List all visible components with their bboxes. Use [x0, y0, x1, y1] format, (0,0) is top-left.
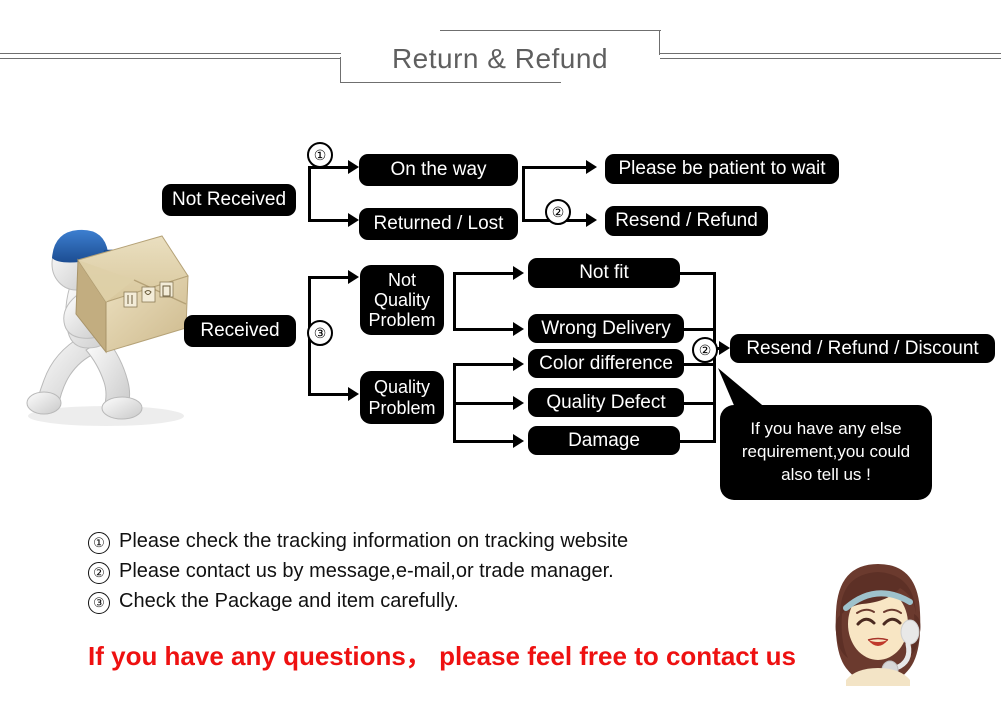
note-text-3: Check the Package and item carefully.: [119, 590, 459, 612]
list-item: ② Please contact us by message,e-mail,or…: [88, 560, 748, 584]
arrow-to-damage: [513, 434, 524, 448]
connector-qp-to-damage: [453, 440, 515, 443]
page-title: Return & Refund: [391, 43, 609, 74]
header-rule-left-top: [0, 53, 341, 54]
connector-nqp-to-wrong-delivery: [453, 328, 515, 331]
header-rule-right-top: [660, 53, 1001, 54]
flow-box-on-the-way[interactable]: On the way: [359, 154, 518, 186]
connector-notreceived-right-vertical: [522, 166, 525, 222]
connector-qp-to-color-difference: [453, 363, 515, 366]
header-frame-bottom: [340, 82, 561, 83]
speech-bubble: If you have any else requirement,you cou…: [720, 405, 932, 500]
flow-box-not-received[interactable]: Not Received: [162, 184, 296, 216]
flow-box-damage[interactable]: Damage: [528, 426, 680, 455]
note-marker-3: ③: [88, 592, 110, 614]
arrow-to-color-difference: [513, 357, 524, 371]
marker-3-received: ③: [307, 320, 333, 346]
arrow-to-final-outcome: [719, 341, 730, 355]
flow-box-final-outcome[interactable]: Resend / Refund / Discount: [730, 334, 995, 363]
connector-received-bottom: [308, 393, 350, 396]
connector-nqp-to-not-fit: [453, 272, 515, 275]
flow-box-not-quality-problem[interactable]: Not Quality Problem: [360, 265, 444, 335]
arrow-to-returned-lost: [348, 213, 359, 227]
connector-stub-color-difference: [684, 363, 716, 366]
marker-2-received: ②: [692, 337, 718, 363]
arrow-to-resend-refund: [586, 213, 597, 227]
connector-stub-wrong-delivery: [684, 328, 716, 331]
header-rule-right-bottom: [660, 58, 1001, 59]
flow-box-wrong-delivery[interactable]: Wrong Delivery: [528, 314, 684, 343]
arrow-to-not-fit: [513, 266, 524, 280]
marker-2-not-received: ②: [545, 199, 571, 225]
return-refund-banner: Return & Refund Not Received ① On the wa…: [0, 0, 1001, 707]
arrow-to-wrong-delivery: [513, 322, 524, 336]
connector-stub-not-fit: [680, 272, 716, 275]
running-courier-with-box-icon: [26, 229, 189, 426]
connector-received-top: [308, 276, 350, 279]
note-text-2: Please contact us by message,e-mail,or t…: [119, 560, 614, 582]
flow-box-not-fit[interactable]: Not fit: [528, 258, 680, 288]
list-item: ③ Check the Package and item carefully.: [88, 590, 748, 614]
connector-not-received-vertical: [308, 166, 311, 222]
flow-box-returned-lost[interactable]: Returned / Lost: [359, 208, 518, 240]
note-marker-2: ②: [88, 562, 110, 584]
flow-box-quality-defect[interactable]: Quality Defect: [528, 388, 684, 417]
note-text-1: Please check the tracking information on…: [119, 530, 629, 552]
connector-qp-to-quality-defect: [453, 402, 515, 405]
flow-box-please-be-patient[interactable]: Please be patient to wait: [605, 154, 839, 184]
arrow-to-not-quality-problem: [348, 270, 359, 284]
connector-nqp-vertical: [453, 272, 456, 331]
arrow-to-quality-defect: [513, 396, 524, 410]
flow-box-received[interactable]: Received: [184, 315, 296, 347]
list-item: ① Please check the tracking information …: [88, 530, 748, 554]
note-marker-1: ①: [88, 532, 110, 554]
flow-box-quality-problem[interactable]: Quality Problem: [360, 371, 444, 424]
customer-service-agent-icon: [835, 564, 921, 686]
connector-to-please-wait: [522, 166, 588, 169]
flow-box-color-difference[interactable]: Color difference: [528, 349, 684, 378]
connector-stub-quality-defect: [684, 402, 716, 405]
notes-list: ① Please check the tracking information …: [88, 530, 748, 620]
header-frame-top: [440, 30, 661, 31]
arrow-to-on-the-way: [348, 160, 359, 174]
connector-stub-damage: [680, 440, 716, 443]
arrow-to-quality-problem: [348, 387, 359, 401]
connector-not-received-bottom: [308, 219, 350, 222]
contact-us-callout: If you have any questions， please feel f…: [88, 641, 796, 671]
flow-box-resend-refund[interactable]: Resend / Refund: [605, 206, 768, 236]
arrow-to-please-wait: [586, 160, 597, 174]
marker-1-not-received: ①: [307, 142, 333, 168]
header-rule-left-bottom: [0, 58, 341, 59]
